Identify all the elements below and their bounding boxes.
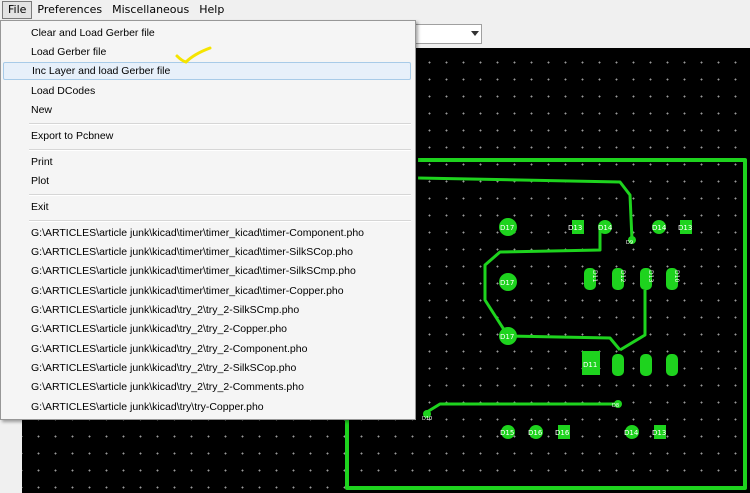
pad-label: D11 bbox=[583, 361, 597, 369]
pad-label: D8 bbox=[612, 403, 619, 409]
menu-item-print[interactable]: Print bbox=[3, 153, 411, 171]
pad-label: D10 bbox=[422, 416, 432, 422]
pad-label: D15 bbox=[500, 429, 514, 437]
menu-separator bbox=[29, 220, 411, 222]
recent-file-item[interactable]: G:\ARTICLES\article junk\kicad\try_2\try… bbox=[3, 378, 411, 396]
menu-preferences[interactable]: Preferences bbox=[32, 1, 107, 19]
menu-item-clear-load-gerber[interactable]: Clear and Load Gerber file bbox=[3, 24, 411, 42]
menu-miscellaneous[interactable]: Miscellaneous bbox=[107, 1, 194, 19]
pad-label: D9 bbox=[626, 240, 633, 246]
recent-file-item[interactable]: G:\ARTICLES\article junk\kicad\timer\tim… bbox=[3, 282, 411, 300]
recent-file-item[interactable]: G:\ARTICLES\article junk\kicad\try_2\try… bbox=[3, 301, 411, 319]
recent-file-item[interactable]: G:\ARTICLES\article junk\kicad\try_2\try… bbox=[3, 359, 411, 377]
recent-file-item[interactable]: G:\ARTICLES\article junk\kicad\timer\tim… bbox=[3, 262, 411, 280]
pad-label: D13 bbox=[652, 429, 666, 437]
menu-item-exit[interactable]: Exit bbox=[3, 198, 411, 216]
pad-label: D13 bbox=[678, 224, 692, 232]
pad bbox=[640, 354, 652, 376]
pad-label: D17 bbox=[500, 279, 514, 287]
recent-file-item[interactable]: G:\ARTICLES\article junk\kicad\try_2\try… bbox=[3, 320, 411, 338]
trace bbox=[619, 290, 647, 352]
pad-label: D17 bbox=[500, 333, 514, 341]
menu-separator bbox=[29, 194, 411, 196]
pad-label: D16 bbox=[555, 429, 570, 437]
recent-file-item[interactable]: G:\ARTICLES\article junk\kicad\timer\tim… bbox=[3, 224, 411, 242]
pad-label: D13 bbox=[647, 270, 654, 282]
pad-label: D12 bbox=[619, 270, 626, 282]
menu-file[interactable]: File bbox=[2, 1, 33, 19]
pad-label: D14 bbox=[624, 429, 639, 437]
menu-help[interactable]: Help bbox=[194, 1, 229, 19]
checkmark-annotation-icon bbox=[175, 46, 212, 64]
pad-label: D11 bbox=[591, 270, 598, 282]
recent-file-item[interactable]: G:\ARTICLES\article junk\kicad\timer\tim… bbox=[3, 243, 411, 261]
chevron-down-icon bbox=[471, 31, 479, 36]
pad-label: D17 bbox=[500, 224, 514, 232]
menu-item-plot[interactable]: Plot bbox=[3, 172, 411, 190]
trace bbox=[507, 334, 622, 351]
pad bbox=[612, 354, 624, 376]
menu-item-new[interactable]: New bbox=[3, 101, 411, 119]
pad-label: D10 bbox=[673, 270, 680, 282]
pad-label: D13 bbox=[568, 224, 582, 232]
menu-separator bbox=[29, 123, 411, 125]
menu-item-export-pcbnew[interactable]: Export to Pcbnew bbox=[3, 127, 411, 145]
pad-label: D16 bbox=[528, 429, 543, 437]
pad bbox=[666, 354, 678, 376]
recent-file-item[interactable]: G:\ARTICLES\article junk\kicad\try\try-C… bbox=[3, 398, 411, 416]
pad-label: D14 bbox=[652, 224, 667, 232]
recent-file-item[interactable]: G:\ARTICLES\article junk\kicad\try_2\try… bbox=[3, 340, 411, 358]
pad-label: D14 bbox=[598, 224, 613, 232]
menu-bar: File Preferences Miscellaneous Help bbox=[0, 0, 750, 21]
menu-separator bbox=[29, 149, 411, 151]
file-menu-dropdown: Clear and Load Gerber file Load Gerber f… bbox=[0, 20, 416, 420]
menu-item-load-dcodes[interactable]: Load DCodes bbox=[3, 82, 411, 100]
trace bbox=[426, 402, 618, 414]
